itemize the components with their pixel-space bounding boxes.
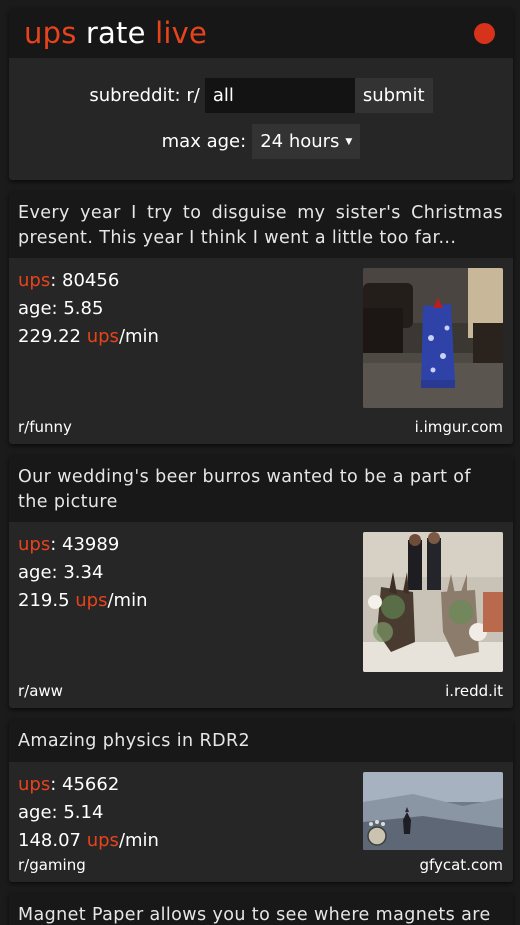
post-body: ups: 80456 age: 5.85 229.22 ups/min xyxy=(9,258,513,418)
max-age-select[interactable]: 24 hours ▼ xyxy=(252,124,361,159)
post-title[interactable]: Amazing physics in RDR2 xyxy=(9,719,513,762)
post-title[interactable]: Our wedding's beer burros wanted to be a… xyxy=(9,455,513,522)
ups-value: 43989 xyxy=(62,534,120,555)
max-age-label: max age: xyxy=(161,131,247,152)
brand-rate: rate xyxy=(85,16,146,50)
rate-value: 148.07 xyxy=(18,830,81,851)
ups-value: 80456 xyxy=(62,270,120,291)
rate-ups-label: ups xyxy=(86,830,119,851)
rate-unit: /min xyxy=(118,326,159,347)
post-thumbnail[interactable] xyxy=(363,268,503,408)
post-card: Magnet Paper allows you to see where mag… xyxy=(9,893,513,925)
age-value: 5.14 xyxy=(63,802,104,823)
post-subreddit[interactable]: r/funny xyxy=(18,418,72,436)
post-body: ups: 45662 age: 5.14 148.07 ups/min xyxy=(9,762,513,856)
post-domain[interactable]: i.redd.it xyxy=(445,682,503,700)
post-thumbnail[interactable] xyxy=(363,532,503,672)
chevron-down-icon: ▼ xyxy=(345,136,353,147)
age-label: age: xyxy=(18,802,58,823)
post-domain[interactable]: i.imgur.com xyxy=(415,418,503,436)
rate-value: 219.5 xyxy=(18,590,70,611)
post-title[interactable]: Magnet Paper allows you to see where mag… xyxy=(9,893,513,925)
max-age-row: max age: 24 hours ▼ xyxy=(9,124,513,159)
post-subreddit[interactable]: r/gaming xyxy=(18,856,86,874)
submit-button[interactable]: submit xyxy=(354,78,433,113)
rate-unit: /min xyxy=(107,590,148,611)
post-card: Our wedding's beer burros wanted to be a… xyxy=(9,455,513,708)
rate-ups-label: ups xyxy=(75,590,108,611)
ups-value: 45662 xyxy=(62,774,120,795)
rate-value: 229.22 xyxy=(18,326,81,347)
brand-ups: ups xyxy=(24,16,77,50)
subreddit-row: subreddit: r/ submit xyxy=(9,78,513,113)
max-age-value: 24 hours xyxy=(260,131,340,152)
header-card: ups rate live subreddit: r/ submit max a… xyxy=(9,8,513,180)
post-title[interactable]: Every year I try to disguise my sister's… xyxy=(9,191,513,258)
age-label: age: xyxy=(18,562,58,583)
post-footer: r/aww i.redd.it xyxy=(9,682,513,708)
post-card: Every year I try to disguise my sister's… xyxy=(9,191,513,444)
post-card: Amazing physics in RDR2 ups: 45662 age: … xyxy=(9,719,513,882)
ups-label: ups xyxy=(18,774,51,795)
live-indicator-icon[interactable] xyxy=(474,22,495,44)
brand-live: live xyxy=(155,16,207,50)
ups-label: ups xyxy=(18,534,51,555)
post-subreddit[interactable]: r/aww xyxy=(18,682,63,700)
header-bar: ups rate live xyxy=(9,8,513,58)
age-label: age: xyxy=(18,298,58,319)
rate-ups-label: ups xyxy=(86,326,119,347)
post-domain[interactable]: gfycat.com xyxy=(419,856,503,874)
post-footer: r/gaming gfycat.com xyxy=(9,856,513,882)
post-footer: r/funny i.imgur.com xyxy=(9,418,513,444)
subreddit-input[interactable] xyxy=(204,78,355,113)
rate-unit: /min xyxy=(118,830,159,851)
age-value: 3.34 xyxy=(63,562,104,583)
post-body: ups: 43989 age: 3.34 219.5 ups/min xyxy=(9,522,513,682)
ups-label: ups xyxy=(18,270,51,291)
app-title: ups rate live xyxy=(24,16,207,50)
subreddit-label: subreddit: r/ xyxy=(89,85,200,106)
controls: subreddit: r/ submit max age: 24 hours ▼ xyxy=(9,58,513,180)
age-value: 5.85 xyxy=(63,298,104,319)
post-thumbnail[interactable] xyxy=(363,772,503,850)
